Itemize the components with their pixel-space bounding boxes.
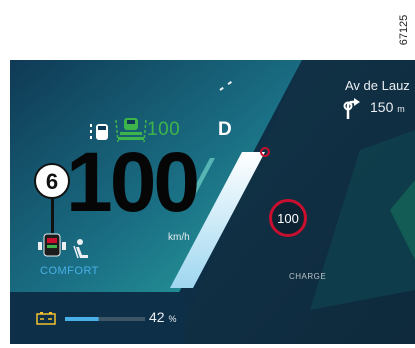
callout-marker: 6 (34, 163, 70, 199)
battery-percentage: 42 % (149, 309, 177, 325)
power-gauge-label: CHARGE (289, 272, 327, 281)
battery-icon (36, 312, 56, 325)
street-name: Av de Lauz (345, 78, 410, 93)
speed-limit-sign: 100 (269, 199, 307, 237)
drive-mode-label: COMFORT (40, 265, 99, 277)
vehicle-speed: 100 (66, 135, 200, 229)
battery-level-bar (65, 317, 145, 321)
gear-indicator: D (218, 119, 232, 140)
seat-comfort-icon (73, 239, 88, 259)
speed-unit: km/h (168, 232, 190, 243)
battery-bar-fill (65, 317, 99, 321)
drive-mode-vehicle-icon (38, 233, 66, 257)
reference-number: 67125 (398, 14, 410, 46)
callout-leader-line (51, 199, 54, 233)
navigation-distance: 150 m (370, 99, 405, 115)
turn-right-arrow-icon (343, 98, 360, 119)
instrument-cluster: Av de Lauz 150 m 100 D 100 km/h 6 COMFOR… (10, 60, 415, 344)
